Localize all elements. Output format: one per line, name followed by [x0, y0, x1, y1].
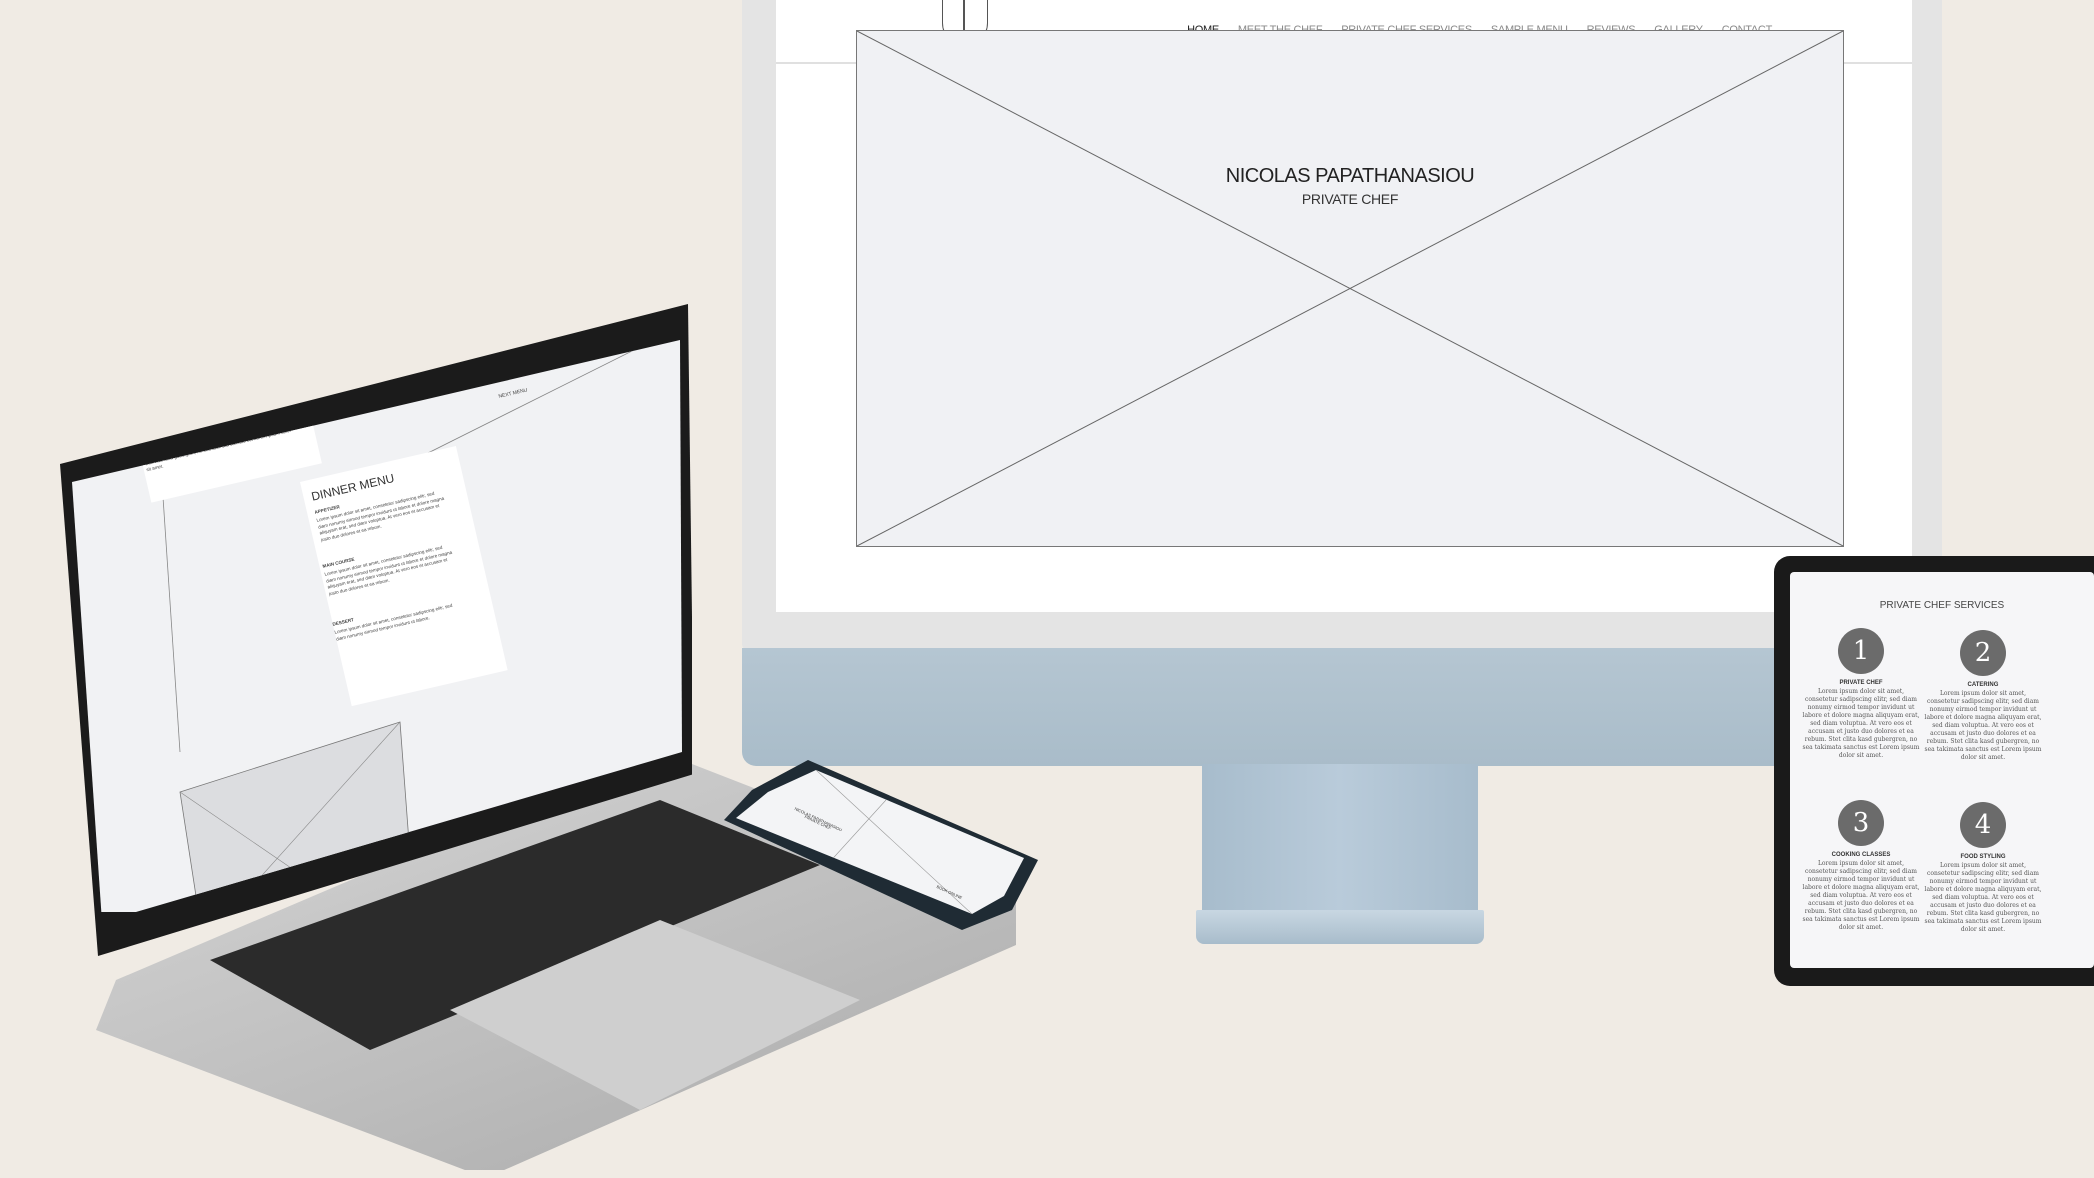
service-description: Lorem ipsum dolor sit amet, consetetur s… [1802, 860, 1920, 931]
imac-stand-foot [1196, 910, 1484, 944]
desktop-screen: HOME MEET THE CHEF PRIVATE CHEF SERVICES… [776, 0, 1912, 612]
service-name: CATERING [1967, 682, 1999, 688]
hero-title: NICOLAS PAPATHANASIOU [1225, 165, 1475, 187]
hero-subtitle: PRIVATE CHEF [1301, 191, 1399, 207]
service-description: Lorem ipsum dolor sit amet, consetetur s… [1924, 690, 2042, 761]
hero-image-placeholder: NICOLAS PAPATHANASIOU PRIVATE CHEF [856, 30, 1844, 547]
service-number-badge: 1 [1838, 628, 1884, 674]
imac-stand [1202, 764, 1478, 914]
services-heading: PRIVATE CHEF SERVICES [1879, 600, 2005, 611]
tablet-screen: PRIVATE CHEF SERVICES 1 PRIVATE CHEF Lor… [1790, 572, 2094, 968]
service-number-badge: 4 [1960, 802, 2006, 848]
service-number-badge: 2 [1960, 630, 2006, 676]
service-name: FOOD STYLING [1960, 854, 2006, 860]
service-name: PRIVATE CHEF [1839, 680, 1883, 686]
service-description: Lorem ipsum dolor sit amet, consetetur s… [1802, 688, 1920, 759]
service-number-badge: 3 [1838, 800, 1884, 846]
service-food-styling[interactable]: 4 FOOD STYLING Lorem ipsum dolor sit ame… [1924, 802, 2042, 934]
service-catering[interactable]: 2 CATERING Lorem ipsum dolor sit amet, c… [1924, 630, 2042, 762]
service-name: COOKING CLASSES [1831, 852, 1891, 858]
service-private-chef[interactable]: 1 PRIVATE CHEF Lorem ipsum dolor sit ame… [1802, 628, 1920, 760]
imac-chin [742, 648, 1942, 766]
service-cooking-classes[interactable]: 3 COOKING CLASSES Lorem ipsum dolor sit … [1802, 800, 1920, 932]
service-description: Lorem ipsum dolor sit amet, consetetur s… [1924, 862, 2042, 933]
placeholder-cross [857, 31, 1843, 546]
